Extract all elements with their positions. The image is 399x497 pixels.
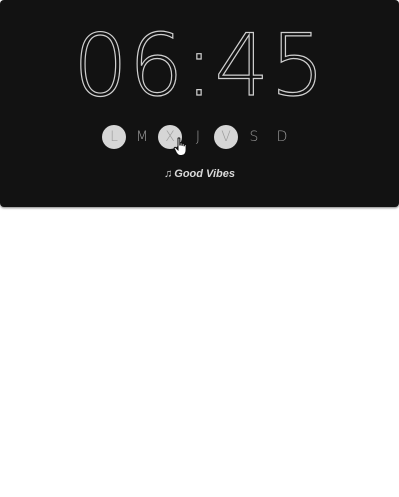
music-note-icon: ♫	[164, 168, 173, 180]
day-toggle-sunday[interactable]: D	[268, 124, 296, 150]
day-label: S	[249, 129, 259, 145]
day-toggle-tuesday[interactable]: M	[128, 124, 156, 150]
weekday-selector: L M X J V S D	[100, 124, 296, 150]
song-title: Good Vibes	[174, 168, 235, 180]
day-toggle-monday[interactable]: L	[100, 124, 128, 150]
alarm-minutes: 45	[214, 16, 326, 116]
day-label: D	[276, 129, 288, 145]
day-toggle-friday[interactable]: V	[212, 124, 240, 150]
day-toggle-saturday[interactable]: S	[240, 124, 268, 150]
day-label: J	[195, 129, 201, 145]
alarm-hours: 06	[72, 16, 185, 116]
day-label: V	[214, 125, 238, 149]
alarm-song[interactable]: ♫ Good Vibes	[0, 168, 399, 180]
alarm-card: 06:45 L M X J V S D ♫ Good Vibes	[0, 0, 399, 207]
day-label: L	[102, 125, 126, 149]
hand-cursor-icon	[173, 137, 187, 156]
alarm-time[interactable]: 06:45	[0, 16, 399, 116]
alarm-separator: :	[184, 16, 215, 116]
day-label: M	[135, 129, 149, 145]
